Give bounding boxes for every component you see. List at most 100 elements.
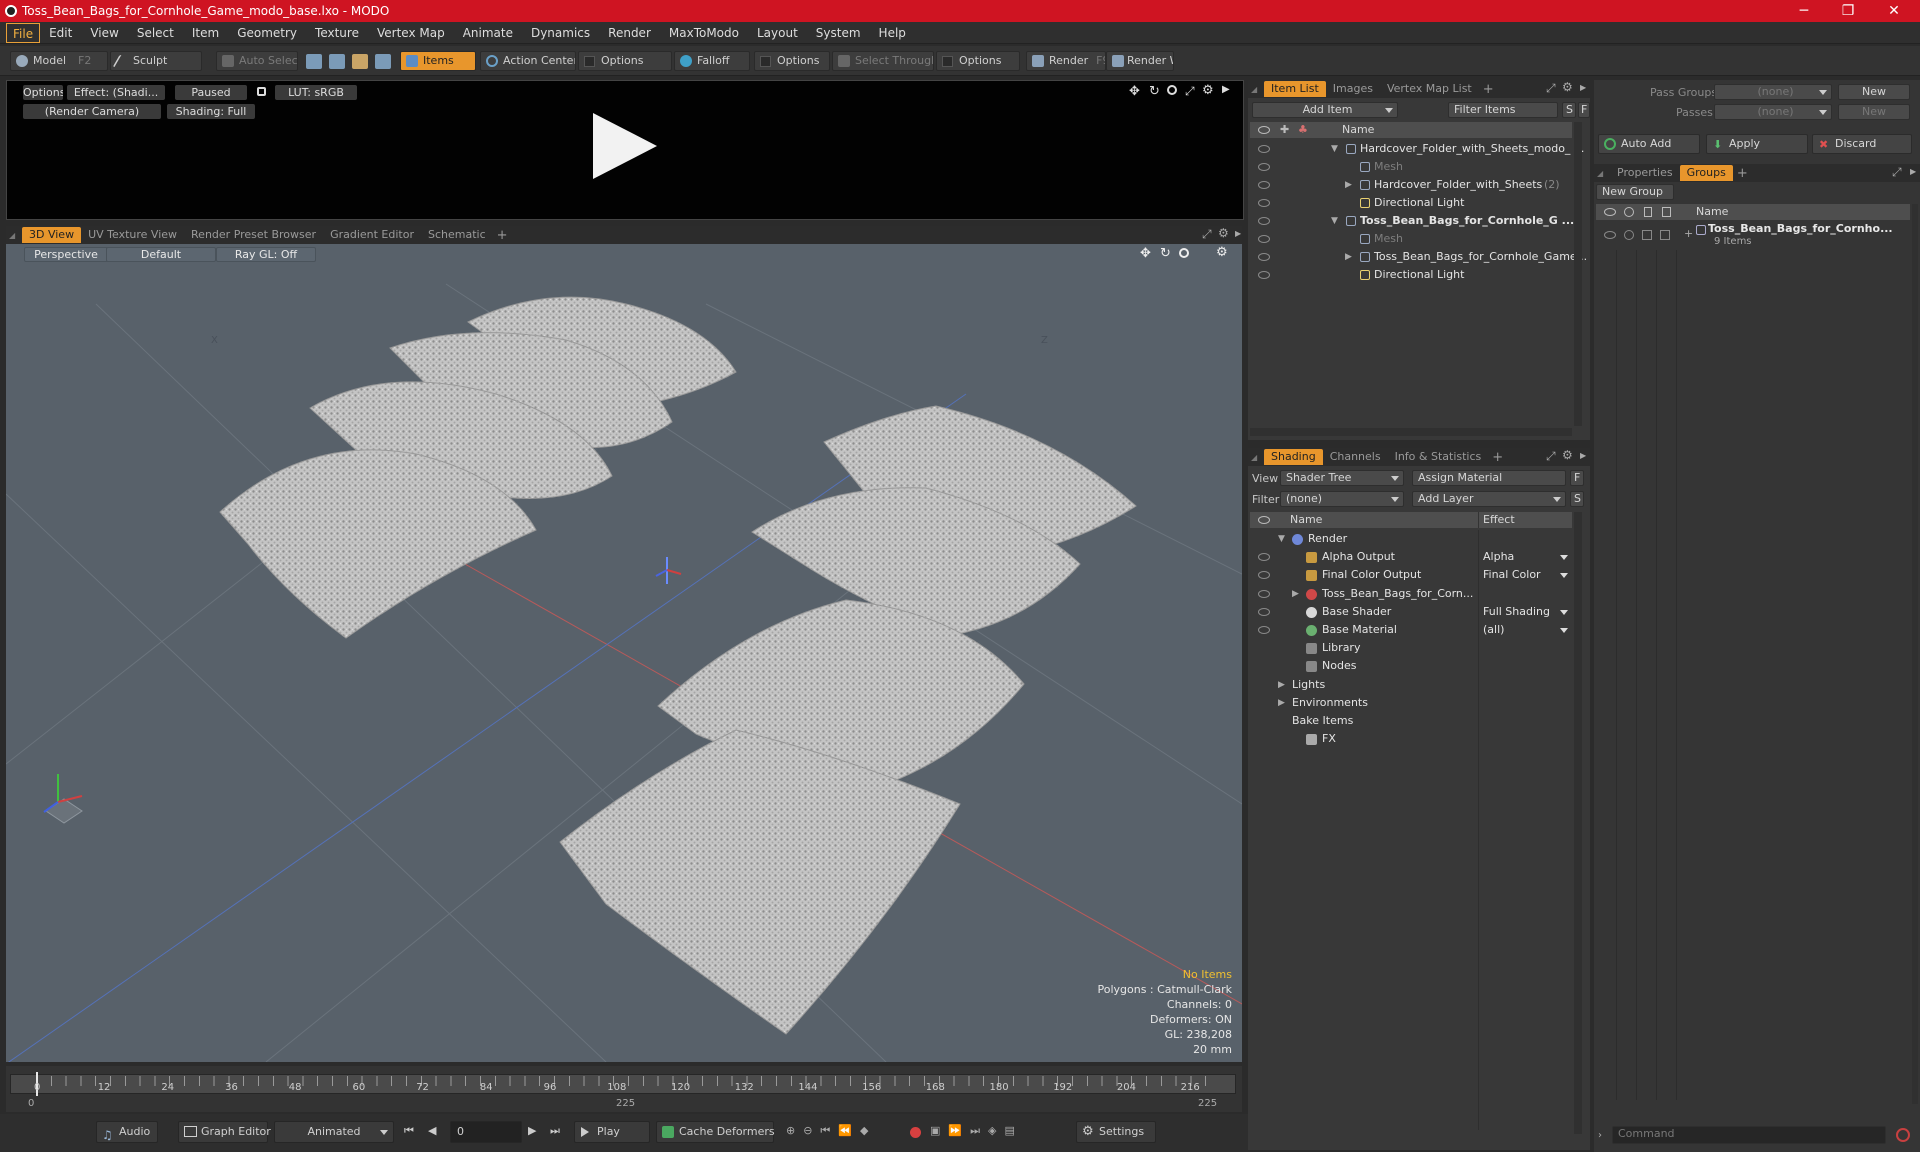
- maximize-icon[interactable]: ⤢: [1892, 165, 1902, 180]
- 3d-viewport[interactable]: Perspective Default Ray GL: Off ✥ ↻ ⚙ X …: [6, 244, 1242, 1062]
- preview-effect-dropdown[interactable]: Effect: (Shadi...: [67, 85, 165, 100]
- items-mode-button[interactable]: Items: [400, 51, 476, 71]
- eye-icon[interactable]: [1258, 235, 1270, 243]
- tab-render-preset-browser[interactable]: Render Preset Browser: [184, 227, 323, 243]
- effect-dropdown[interactable]: Alpha: [1478, 548, 1572, 567]
- first-frame-icon[interactable]: ⏮: [404, 1124, 414, 1138]
- shader-row[interactable]: Alpha Output Alpha: [1250, 548, 1572, 567]
- shader-row[interactable]: ▶ Environments: [1250, 694, 1572, 712]
- command-arrow-icon[interactable]: ›: [1598, 1130, 1602, 1141]
- name-column[interactable]: Name: [1342, 122, 1374, 138]
- maximize-icon[interactable]: ⤢: [1546, 449, 1556, 464]
- edges-mode-icon[interactable]: [329, 54, 345, 69]
- render-window-button[interactable]: Render Window: [1106, 51, 1174, 71]
- shader-row[interactable]: ▶ Toss_Bean_Bags_for_Corn...: [1250, 585, 1572, 603]
- lock-toggle-icon[interactable]: [1642, 230, 1652, 240]
- menu-help[interactable]: Help: [870, 23, 915, 43]
- restore-button[interactable]: ❐: [1826, 0, 1870, 22]
- item-row[interactable]: ▼ Hardcover_Folder_with_Sheets_modo_ ...: [1250, 140, 1584, 158]
- render-button[interactable]: RenderF9: [1026, 51, 1106, 71]
- group-row[interactable]: + Toss_Bean_Bags_for_Cornho... 9 Items: [1596, 222, 1910, 250]
- eye-icon[interactable]: [1258, 181, 1270, 189]
- options-button-2[interactable]: Options: [754, 51, 830, 71]
- tab-vertex-map-list[interactable]: Vertex Map List: [1380, 81, 1479, 97]
- menu-vertex-map[interactable]: Vertex Map: [368, 23, 454, 43]
- last-frame-icon[interactable]: ⏭: [550, 1124, 560, 1138]
- item-row[interactable]: Directional Light: [1250, 266, 1572, 284]
- maximize-icon[interactable]: ⤢: [1546, 81, 1556, 96]
- menu-maxtomodo[interactable]: MaxToModo: [660, 23, 748, 43]
- eye-icon[interactable]: [1604, 231, 1616, 239]
- rotate-icon[interactable]: ↻: [1149, 84, 1160, 99]
- menu-arrow-icon[interactable]: ▶: [1580, 451, 1586, 460]
- add-item-dropdown[interactable]: Add Item: [1252, 102, 1398, 118]
- eye-icon[interactable]: [1258, 626, 1270, 634]
- graph-editor-button[interactable]: Graph Editor: [178, 1121, 271, 1143]
- eye-icon[interactable]: [1258, 145, 1270, 153]
- shader-row[interactable]: Nodes: [1250, 657, 1572, 675]
- expand-arrow-icon[interactable]: ▶: [1292, 585, 1299, 603]
- view-dropdown[interactable]: Shader Tree: [1280, 470, 1404, 486]
- tab-properties[interactable]: Properties: [1610, 165, 1680, 181]
- command-input[interactable]: Command: [1612, 1126, 1886, 1144]
- item-row[interactable]: Mesh: [1250, 158, 1572, 176]
- add-tab-button[interactable]: +: [1488, 450, 1507, 465]
- center-gizmo[interactable]: [655, 557, 682, 584]
- add-tab-button[interactable]: +: [1733, 166, 1752, 181]
- menu-arrow-icon[interactable]: ▶: [1222, 84, 1230, 95]
- eye-icon[interactable]: [1258, 163, 1270, 171]
- tab-channels[interactable]: Channels: [1323, 449, 1388, 465]
- add-layer-dropdown[interactable]: Add Layer: [1412, 491, 1566, 507]
- name-column[interactable]: Name: [1696, 204, 1728, 220]
- new-pass-group-button[interactable]: New: [1838, 84, 1910, 100]
- sculpt-mode-button[interactable]: Sculpt: [110, 51, 202, 71]
- falloff-button[interactable]: Falloff: [674, 51, 750, 71]
- cache-deformers-button[interactable]: Cache Deformers: [656, 1121, 775, 1143]
- shader-row[interactable]: Base Shader Full Shading: [1250, 602, 1572, 621]
- menu-geometry[interactable]: Geometry: [228, 23, 306, 43]
- expand-arrow-icon[interactable]: ▶: [1345, 176, 1352, 194]
- shader-row[interactable]: Base Material (all): [1250, 621, 1572, 639]
- render-toggle-icon[interactable]: [1624, 230, 1634, 240]
- preview-options-button[interactable]: Options: [23, 85, 63, 100]
- gear-icon[interactable]: ⚙: [1562, 448, 1573, 462]
- options-checkbox[interactable]: [760, 56, 771, 67]
- menu-select[interactable]: Select: [128, 23, 183, 43]
- discard-button[interactable]: ✖ Discard: [1812, 134, 1912, 154]
- collapse-arrow-icon[interactable]: ▼: [1331, 140, 1338, 158]
- options-checkbox[interactable]: [584, 56, 595, 67]
- item-list-f-button[interactable]: F: [1578, 102, 1590, 118]
- item-row[interactable]: ▶ Toss_Bean_Bags_for_Cornhole_Game...: [1250, 248, 1587, 266]
- auto-add-button[interactable]: Auto Add: [1598, 134, 1700, 154]
- expand-icon[interactable]: +: [1684, 227, 1693, 240]
- vertices-mode-icon[interactable]: [306, 54, 322, 69]
- timeline[interactable]: 0 12 24 36 48 60 72 84 96 108 120 132 144 156 168 180 19…: [6, 1066, 1242, 1112]
- tab-images[interactable]: Images: [1326, 81, 1380, 97]
- maximize-icon[interactable]: ⤢: [1202, 227, 1212, 242]
- auto-select-button[interactable]: Auto Select: [216, 51, 298, 71]
- item-row[interactable]: ▼ Toss_Bean_Bags_for_Cornhole_G ...: [1250, 212, 1574, 230]
- preview-paused-button[interactable]: Paused: [175, 85, 247, 100]
- options-button-3[interactable]: Options: [936, 51, 1020, 71]
- materials-mode-icon[interactable]: [375, 54, 391, 69]
- shader-row[interactable]: ▶ Lights: [1250, 676, 1572, 694]
- eye-icon[interactable]: [1258, 217, 1270, 225]
- menu-arrow-icon[interactable]: ▶: [1235, 229, 1241, 238]
- eye-icon[interactable]: [1258, 271, 1270, 279]
- eye-icon[interactable]: [1258, 553, 1270, 562]
- gear-icon[interactable]: ⚙: [1202, 83, 1214, 98]
- preview-lut-dropdown[interactable]: LUT: sRGB: [275, 85, 357, 100]
- item-list-scrollbar[interactable]: [1574, 122, 1582, 426]
- shader-row[interactable]: Final Color Output Final Color: [1250, 566, 1572, 585]
- menu-dynamics[interactable]: Dynamics: [522, 23, 599, 43]
- polygons-mode-icon[interactable]: [352, 54, 368, 69]
- options-button-1[interactable]: Options: [578, 51, 672, 71]
- audio-button[interactable]: ♫ Audio: [96, 1121, 158, 1143]
- command-history-icon[interactable]: [1896, 1128, 1910, 1142]
- tab-groups[interactable]: Groups: [1679, 165, 1733, 181]
- menu-file[interactable]: File: [6, 22, 41, 43]
- collapse-arrow-icon[interactable]: ▼: [1331, 212, 1338, 230]
- effect-dropdown[interactable]: Final Color: [1478, 566, 1572, 585]
- menu-animate[interactable]: Animate: [454, 23, 522, 43]
- tab-schematic[interactable]: Schematic: [421, 227, 493, 243]
